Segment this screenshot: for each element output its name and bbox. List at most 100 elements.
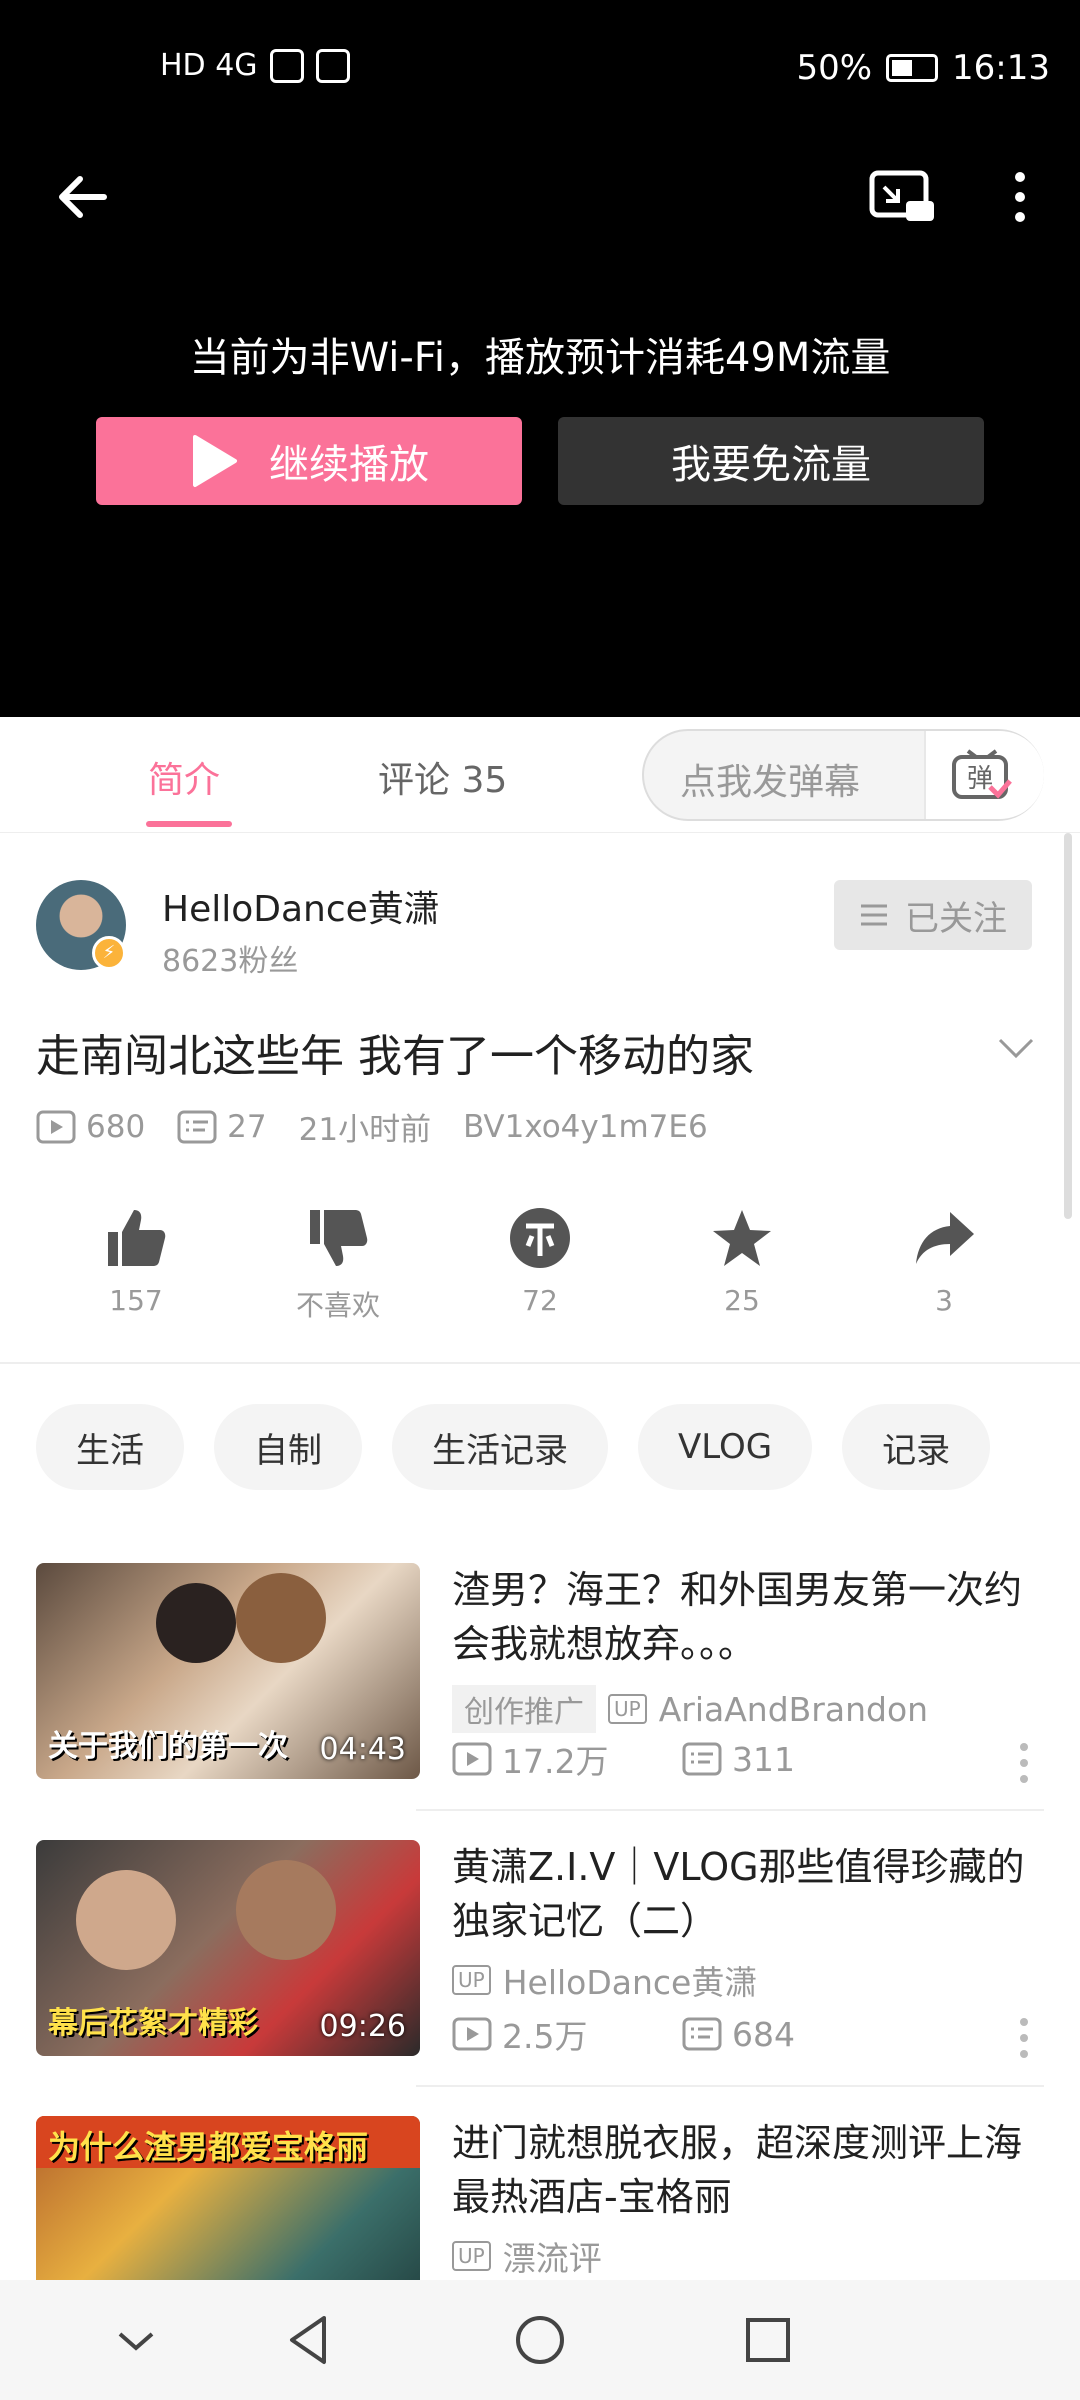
tag-item[interactable]: VLOG [638, 1404, 813, 1490]
more-options-icon[interactable] [1012, 2016, 1036, 2060]
related-video-item[interactable]: 为什么渣男都爱宝格丽 进门就想脱衣服，超深度测评上海最热酒店-宝格丽 UP 漂流… [36, 2116, 1044, 2280]
thumbnail-caption: 关于我们的第一次 [48, 1729, 288, 1764]
related-video-stats: 17.2万 311 [452, 1735, 912, 1783]
back-triangle-icon[interactable] [280, 2310, 340, 2370]
related-video-item[interactable]: 幕后花絮才精彩 09:26 黄潇Z.I.V｜VLOG那些值得珍藏的独家记忆（二）… [36, 1840, 1044, 2070]
uploader-info[interactable]: ⚡ HelloDance黄潇 8623粉丝 已关注 [36, 880, 1046, 980]
dislike-button[interactable]: 不喜欢 [268, 1206, 408, 1324]
network-type-label: HD 4G [160, 48, 258, 83]
thumbnail-caption: 幕后花絮才精彩 [48, 2006, 258, 2041]
play-count-icon [452, 1742, 492, 1776]
related-video-meta: 创作推广 UP AriaAndBrandon [452, 1685, 928, 1733]
related-uploader[interactable]: HelloDance黄潇 [503, 1956, 758, 2004]
recents-square-icon[interactable] [738, 2310, 798, 2370]
coin-icon [510, 1208, 570, 1268]
related-video-item[interactable]: 关于我们的第一次 04:43 渣男？海王？和外国男友第一次约会我就想放弃。。。 … [36, 1563, 1044, 1793]
related-video-title: 黄潇Z.I.V｜VLOG那些值得珍藏的独家记忆（二） [452, 1845, 1025, 1943]
views-count: 680 [86, 1108, 146, 1145]
status-right-icons: 50% 16:13 [796, 48, 1050, 88]
tab-intro[interactable]: 简介 [148, 751, 220, 803]
share-button[interactable]: 3 [874, 1206, 1014, 1317]
video-player[interactable]: 当前为非Wi-Fi，播放预计消耗49M流量 继续播放 我要免流量 [0, 135, 1080, 717]
views-stat: 2.5万 [452, 2010, 682, 2058]
video-thumbnail[interactable]: 为什么渣男都爱宝格丽 [36, 2116, 420, 2280]
star-icon [713, 1210, 771, 1266]
system-nav-bar [0, 2280, 1080, 2400]
danmaku-stat: 684 [682, 2015, 912, 2054]
video-thumbnail[interactable]: 关于我们的第一次 04:43 [36, 1563, 420, 1779]
more-options-icon[interactable] [1000, 165, 1040, 229]
favorite-button[interactable]: 25 [672, 1206, 812, 1317]
uploader-name[interactable]: HelloDance黄潇 [162, 880, 440, 932]
related-uploader[interactable]: AriaAndBrandon [659, 1690, 928, 1729]
thumbnail-caption: 为什么渣男都爱宝格丽 [48, 2128, 369, 2166]
video-stats: 680 27 21小时前 BV1xo4y1m7E6 [36, 1104, 740, 1149]
back-arrow-icon[interactable] [52, 165, 116, 229]
share-arrow-icon [916, 1212, 974, 1264]
views-stat: 680 [36, 1109, 145, 1145]
menu-lines-icon [861, 904, 887, 926]
app-notification-icon [315, 48, 350, 83]
data-usage-notice: 当前为非Wi-Fi，播放预计消耗49M流量 [189, 335, 891, 381]
like-count: 157 [109, 1284, 163, 1317]
bvid: BV1xo4y1m7E6 [463, 1108, 708, 1145]
views-count: 2.5万 [502, 2017, 588, 2056]
danmaku-stat: 311 [682, 1740, 912, 1779]
danmaku-stat: 27 [177, 1108, 267, 1145]
related-video-meta: UP 漂流评 [452, 2232, 602, 2280]
related-video-title: 进门就想脱衣服，超深度测评上海最热酒店-宝格丽 [452, 2121, 1023, 2219]
cast-screen-icon[interactable] [866, 165, 936, 229]
follow-button[interactable]: 已关注 [834, 880, 1032, 950]
thumbs-up-icon [108, 1210, 166, 1266]
danmaku-toggle-icon[interactable]: 弹 [950, 747, 1014, 803]
scrollbar[interactable] [1064, 833, 1072, 1219]
status-left-icons: HD 4G [160, 48, 350, 83]
views-stat: 17.2万 [452, 1735, 682, 1783]
up-badge-icon: UP [608, 1694, 647, 1724]
tag-item[interactable]: 生活 [36, 1404, 184, 1490]
promo-badge: 创作推广 [452, 1685, 596, 1733]
free-data-label: 我要免流量 [671, 442, 871, 488]
clock: 16:13 [952, 48, 1050, 88]
battery-icon [886, 54, 939, 82]
coin-button[interactable]: 72 [470, 1206, 610, 1317]
play-icon [193, 435, 237, 487]
free-data-button[interactable]: 我要免流量 [558, 417, 984, 505]
chevron-down-icon[interactable] [106, 2310, 166, 2370]
active-tab-indicator [146, 821, 232, 827]
related-video-title: 渣男？海王？和外国男友第一次约会我就想放弃。。。 [452, 1568, 1023, 1666]
up-badge-icon: UP [452, 1965, 491, 1995]
more-options-icon[interactable] [1012, 1741, 1036, 1785]
action-bar: 157 不喜欢 72 25 3 [0, 1206, 1080, 1336]
tag-item[interactable]: 自制 [214, 1404, 362, 1490]
danmaku-count: 684 [732, 2014, 795, 2054]
tag-item[interactable]: 记录 [842, 1404, 991, 1490]
related-video-stats: 2.5万 684 [452, 2010, 912, 2058]
chevron-down-icon[interactable] [996, 1028, 1036, 1068]
related-video-meta: UP HelloDance黄潇 [452, 1956, 757, 2004]
like-button[interactable]: 157 [66, 1206, 206, 1317]
continue-play-button[interactable]: 继续播放 [96, 417, 522, 505]
danmaku-count-icon [177, 1110, 217, 1143]
video-duration: 09:26 [319, 2009, 406, 2044]
favorite-count: 25 [724, 1284, 760, 1317]
danmaku-count: 27 [227, 1108, 267, 1145]
tag-item[interactable]: 生活记录 [392, 1404, 608, 1490]
danmaku-input[interactable]: 点我发弹幕 弹 [642, 729, 1044, 821]
divider [0, 1362, 1080, 1364]
coin-count: 72 [522, 1284, 558, 1317]
tab-bar: 简介 评论 35 点我发弹幕 弹 [0, 717, 1080, 833]
notification-icon [269, 48, 304, 83]
related-uploader[interactable]: 漂流评 [503, 2232, 602, 2280]
divider [416, 2085, 1044, 2087]
continue-play-label: 继续播放 [269, 442, 429, 488]
home-circle-icon[interactable] [510, 2310, 570, 2370]
publish-time: 21小时前 [298, 1112, 432, 1148]
video-duration: 04:43 [319, 1732, 406, 1767]
danmaku-count: 311 [732, 1739, 795, 1779]
play-count-icon [36, 1110, 76, 1143]
follow-label: 已关注 [905, 898, 1007, 939]
video-thumbnail[interactable]: 幕后花絮才精彩 09:26 [36, 1840, 420, 2056]
divider [416, 1809, 1044, 1811]
tab-comments[interactable]: 评论 35 [378, 751, 507, 803]
